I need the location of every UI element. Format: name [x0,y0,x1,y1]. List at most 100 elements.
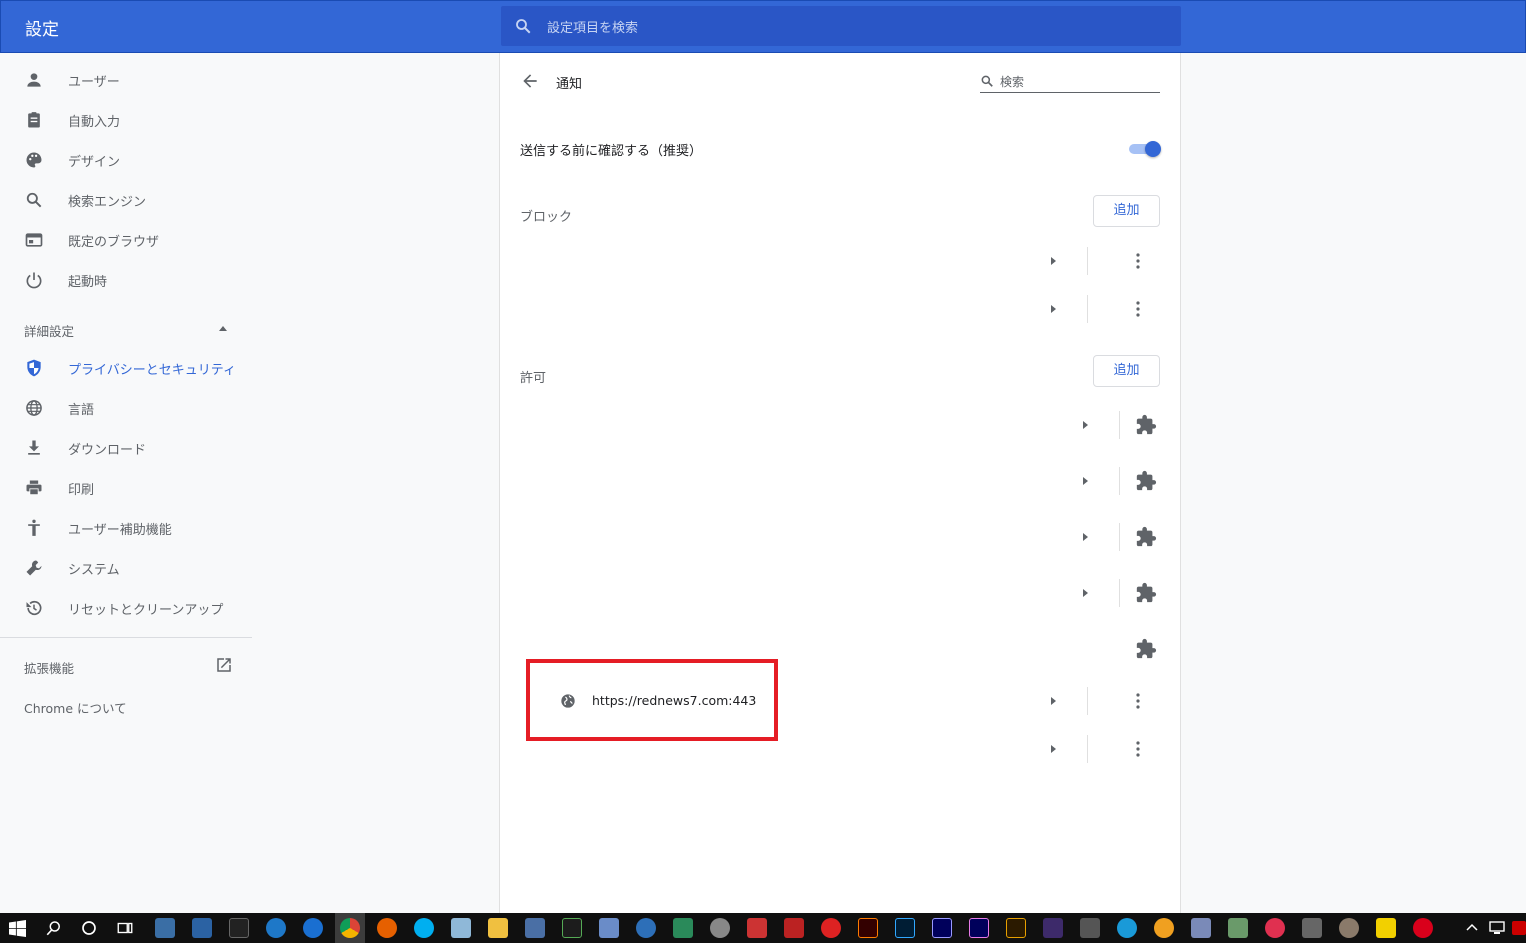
search-placeholder: 検索 [1000,75,1025,89]
file-explorer-icon[interactable] [488,918,508,938]
task-view-icon[interactable] [116,919,134,937]
chrome-icon[interactable] [340,918,360,938]
arrow-right-icon[interactable] [1048,304,1058,314]
itunes-icon[interactable] [1265,918,1285,938]
app-title: 設定 [25,20,59,40]
app-icon[interactable] [1043,918,1063,938]
app-icon[interactable] [821,918,841,938]
arrow-right-icon[interactable] [1048,744,1058,754]
after-effects-icon[interactable] [932,918,952,938]
app-icon[interactable] [192,918,212,938]
blocked-site-row[interactable] [500,237,1180,285]
app-icon[interactable] [1154,918,1174,938]
more-vert-icon[interactable] [1128,251,1148,271]
more-vert-icon[interactable] [1128,739,1148,759]
edge-icon[interactable] [303,918,323,938]
app-icon[interactable] [1117,918,1137,938]
sidebar-item-label: ダウンロード [68,443,147,458]
extension-puzzle-icon [1136,414,1157,435]
app-icon[interactable] [1413,918,1433,938]
firefox-icon[interactable] [377,918,397,938]
app-icon[interactable] [525,918,545,938]
app-icon[interactable] [1228,918,1248,938]
sidebar-item-on-startup[interactable]: 起動時 [0,260,252,300]
advanced-label: 詳細設定 [24,324,75,339]
premiere-icon[interactable] [969,918,989,938]
allowed-extension-row[interactable] [500,401,1180,449]
sticky-notes-icon[interactable] [1376,918,1396,938]
app-icon[interactable] [710,918,730,938]
allow-add-button[interactable]: 追加 [1093,355,1160,387]
photoshop-icon[interactable] [895,918,915,938]
back-arrow-icon[interactable] [520,71,540,91]
extension-puzzle-icon [1136,582,1157,603]
sidebar-item-downloads[interactable]: ダウンロード [0,428,252,468]
wrench-icon [26,560,42,576]
sidebar-item-about-chrome[interactable]: Chrome について [0,685,252,725]
windows-start-icon[interactable] [9,920,26,937]
app-icon[interactable] [229,918,249,938]
app-icon[interactable] [1339,918,1359,938]
sidebar-item-printing[interactable]: 印刷 [0,468,252,508]
site-search-input[interactable]: 検索 [980,71,1160,93]
sidebar-item-label: デザイン [68,155,121,170]
more-vert-icon[interactable] [1128,299,1148,319]
allowed-extension-row[interactable] [500,513,1180,561]
sidebar-item-languages[interactable]: 言語 [0,388,252,428]
ask-before-sending-toggle[interactable] [1129,141,1161,157]
app-icon[interactable] [1191,918,1211,938]
more-vert-icon[interactable] [1128,691,1148,711]
arrow-right-icon[interactable] [1048,696,1058,706]
sidebar-item-privacy-security[interactable]: プライバシーとセキュリティ [0,348,252,388]
app-icon[interactable] [599,918,619,938]
illustrator-icon[interactable] [858,918,878,938]
notification-badge-icon[interactable] [1512,921,1526,935]
sidebar-item-default-browser[interactable]: 既定のブラウザ [0,220,252,260]
blocked-site-row[interactable] [500,285,1180,333]
sidebar-item-search-engine[interactable]: 検索エンジン [0,180,252,220]
sidebar-item-accessibility[interactable]: ユーザー補助機能 [0,508,252,548]
store-icon[interactable] [155,918,175,938]
app-icon[interactable] [562,918,582,938]
sidebar-item-autofill[interactable]: 自動入力 [0,100,252,140]
allowed-extension-row[interactable] [500,569,1180,617]
sidebar-item-reset-cleanup[interactable]: リセットとクリーンアップ [0,588,252,628]
app-icon[interactable] [636,918,656,938]
notepad-icon[interactable] [451,918,471,938]
app-icon[interactable] [784,918,804,938]
sidebar-item-label: ユーザー補助機能 [68,523,172,538]
sidebar-item-appearance[interactable]: デザイン [0,140,252,180]
app-icon[interactable] [673,918,693,938]
settings-search-input[interactable]: 設定項目を検索 [501,6,1181,46]
row-divider [1119,579,1120,607]
app-icon[interactable] [747,918,767,938]
allowed-extension-row[interactable] [500,457,1180,505]
chevron-up-icon[interactable] [1466,922,1478,934]
sidebar-item-label: 言語 [68,403,95,418]
person-icon [27,73,41,87]
arrow-right-icon[interactable] [1080,532,1090,542]
network-icon[interactable] [1489,920,1505,936]
sidebar-item-extensions[interactable]: 拡張機能 [0,645,252,685]
skype-icon[interactable] [414,918,434,938]
page-title: 通知 [556,77,583,92]
block-add-button[interactable]: 追加 [1093,195,1160,227]
sidebar-item-user[interactable]: ユーザー [0,60,252,100]
search-icon[interactable] [45,919,63,937]
app-icon[interactable] [1080,918,1100,938]
arrow-right-icon[interactable] [1080,420,1090,430]
sidebar: ユーザー 自動入力 デザイン 検索エンジン 既定のブラウザ 起動時 詳細設定 プ… [0,53,252,913]
calculator-icon[interactable] [1302,918,1322,938]
arrow-right-icon[interactable] [1048,256,1058,266]
sidebar-item-label: 自動入力 [68,115,121,130]
internet-explorer-icon[interactable] [266,918,286,938]
arrow-right-icon[interactable] [1080,588,1090,598]
globe-icon [26,400,42,416]
advanced-section-toggle[interactable]: 詳細設定 [0,308,252,348]
cortana-icon[interactable] [80,919,98,937]
sidebar-item-label: プライバシーとセキュリティ [68,363,236,378]
bridge-icon[interactable] [1006,918,1026,938]
sidebar-item-system[interactable]: システム [0,548,252,588]
row-divider [1087,687,1088,715]
arrow-right-icon[interactable] [1080,476,1090,486]
